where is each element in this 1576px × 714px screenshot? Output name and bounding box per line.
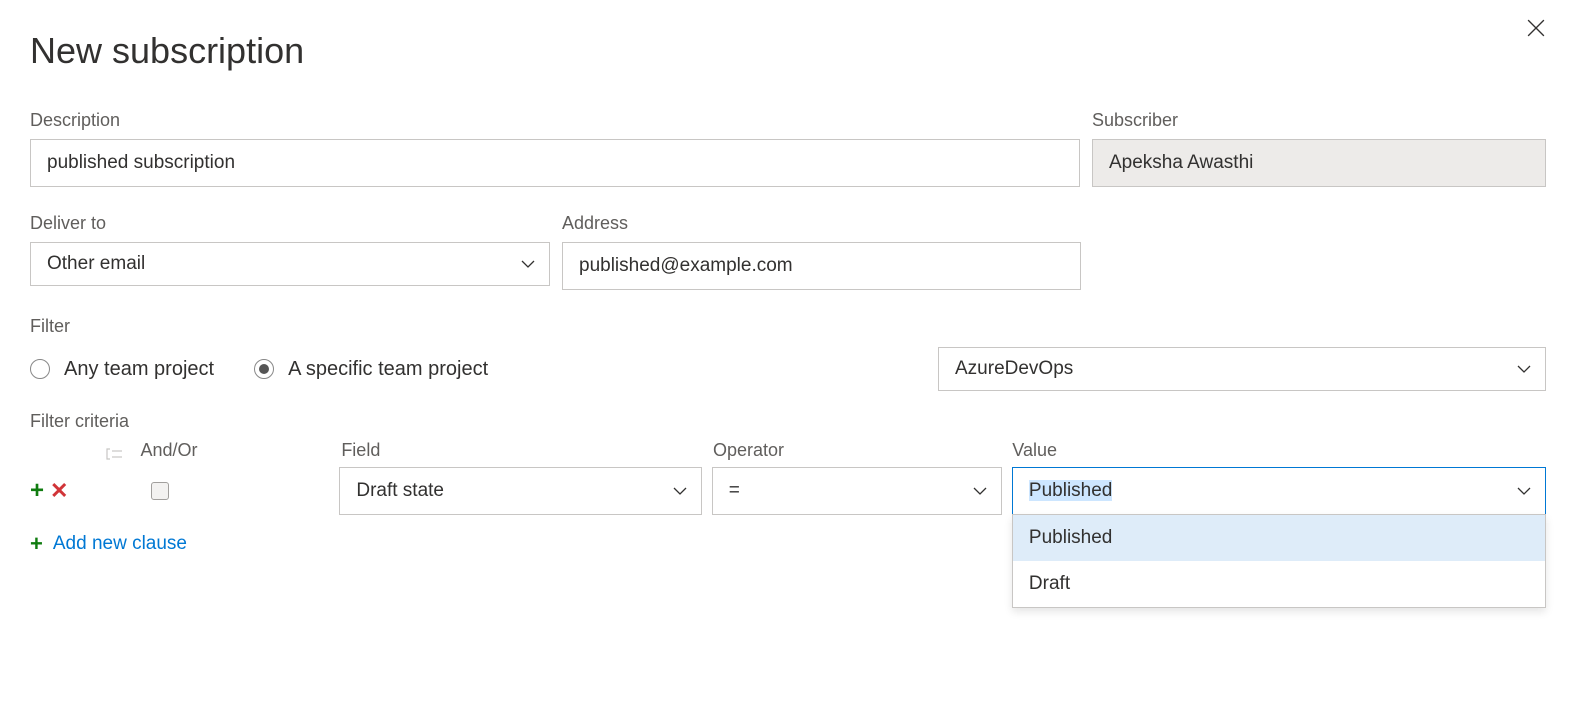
deliver-to-select[interactable]: Other email (30, 242, 550, 286)
chevron-down-icon (973, 480, 987, 502)
filter-label: Filter (30, 316, 1546, 337)
dropdown-option-published[interactable]: Published (1013, 515, 1545, 561)
radio-any-project[interactable]: Any team project (30, 358, 214, 381)
close-icon (1527, 19, 1545, 37)
delete-row-icon[interactable]: ✕ (50, 480, 68, 502)
subscriber-field: Apeksha Awasthi (1092, 139, 1546, 187)
chevron-down-icon (521, 253, 535, 275)
chevron-down-icon (1517, 358, 1531, 380)
chevron-down-icon (1517, 480, 1531, 502)
field-select[interactable]: Draft state (339, 467, 701, 515)
add-clause-label: Add new clause (53, 533, 187, 555)
project-value: AzureDevOps (955, 358, 1073, 380)
address-input[interactable] (562, 242, 1081, 290)
page-title: New subscription (30, 30, 1546, 72)
description-input[interactable] (30, 139, 1080, 187)
value-selected: Published (1029, 480, 1112, 502)
radio-specific-project[interactable]: A specific team project (254, 358, 488, 381)
project-select[interactable]: AzureDevOps (938, 347, 1546, 391)
operator-value: = (729, 480, 740, 502)
header-andor: And/Or (140, 440, 197, 461)
value-dropdown: Published Draft (1012, 514, 1546, 608)
close-button[interactable] (1526, 18, 1546, 38)
group-icon (106, 447, 124, 461)
andor-checkbox[interactable] (151, 482, 169, 500)
header-operator: Operator (713, 440, 1002, 461)
radio-specific-label: A specific team project (288, 358, 488, 381)
operator-select[interactable]: = (712, 467, 1002, 515)
chevron-down-icon (673, 480, 687, 502)
address-label: Address (562, 213, 1081, 234)
deliver-to-value: Other email (47, 253, 145, 275)
description-label: Description (30, 110, 1080, 131)
value-select[interactable]: Published Published Draft (1012, 467, 1546, 515)
dropdown-option-draft[interactable]: Draft (1013, 561, 1545, 607)
filter-criteria-label: Filter criteria (30, 411, 1546, 432)
header-field: Field (341, 440, 703, 461)
add-row-icon[interactable]: + (30, 479, 44, 503)
deliver-to-label: Deliver to (30, 213, 550, 234)
field-value: Draft state (356, 480, 444, 502)
subscriber-label: Subscriber (1092, 110, 1546, 131)
plus-icon: + (30, 533, 43, 555)
header-value: Value (1012, 440, 1546, 461)
radio-icon-selected (254, 359, 274, 379)
radio-any-label: Any team project (64, 358, 214, 381)
radio-icon (30, 359, 50, 379)
